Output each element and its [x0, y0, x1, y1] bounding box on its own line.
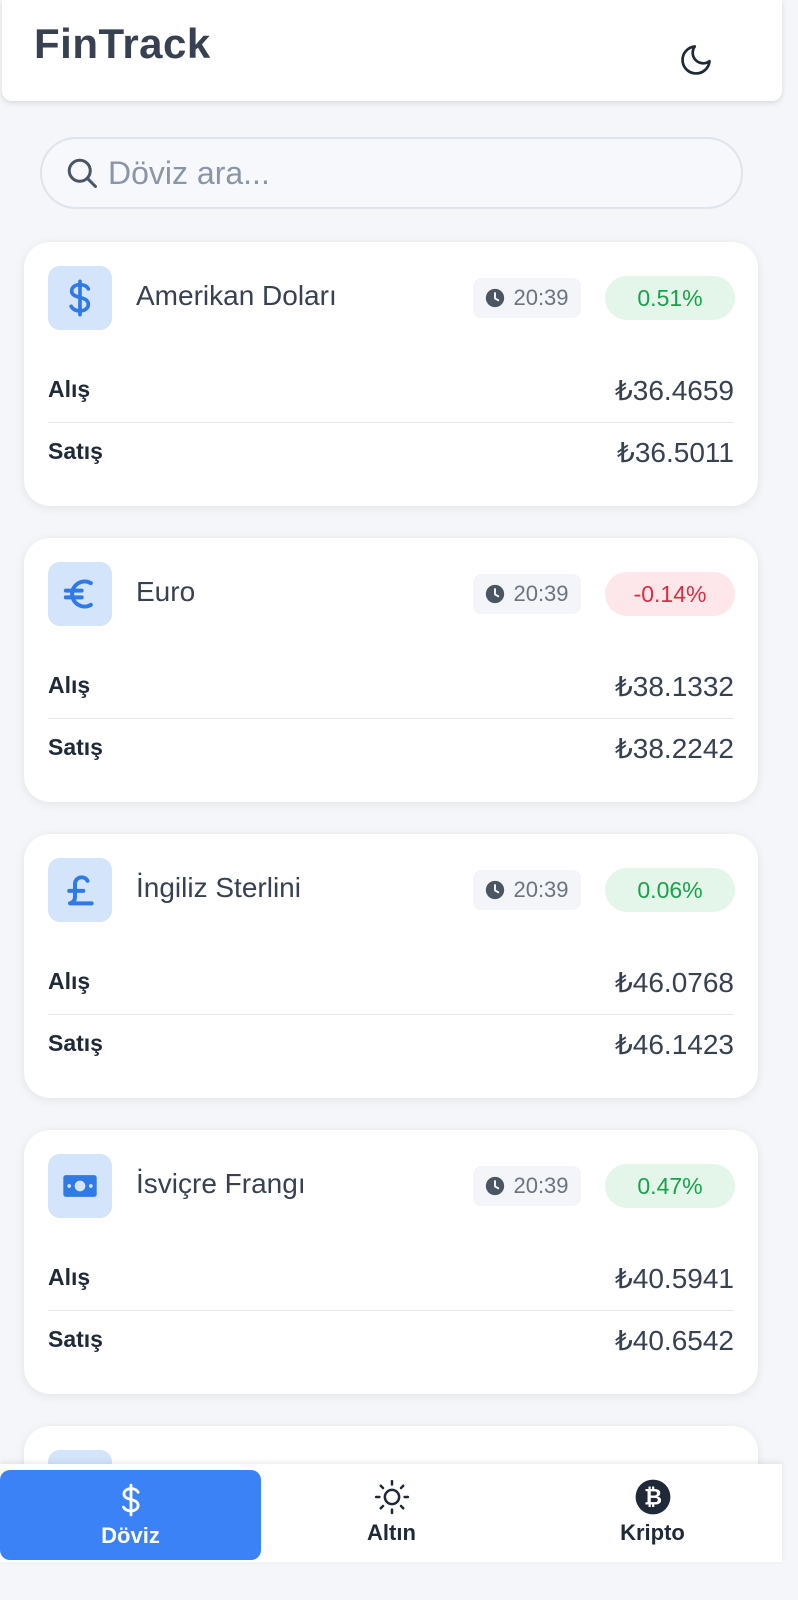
clock-icon: [486, 288, 505, 308]
time-text: 20:39: [513, 285, 569, 310]
sell-label: Satış: [48, 1030, 103, 1056]
time-text: 20:39: [513, 581, 569, 606]
divider: [48, 422, 734, 423]
sell-label: Satış: [48, 734, 103, 760]
nav-label: Döviz: [101, 1523, 160, 1548]
nav-tab-doviz[interactable]: Döviz: [0, 1470, 261, 1560]
buy-value: ₺40.5941: [614, 1263, 734, 1294]
time-text: 20:39: [513, 877, 569, 902]
app-header: FinTrack: [2, 0, 782, 101]
moon-icon: [681, 45, 711, 75]
currency-name: Euro: [136, 576, 196, 607]
bitcoin-icon: ₿: [635, 1479, 670, 1515]
currency-name: İngiliz Sterlini: [136, 872, 301, 903]
nav-label: Altın: [367, 1520, 416, 1545]
sell-value: ₺46.1423: [614, 1029, 734, 1060]
buy-value: ₺38.1332: [614, 671, 734, 702]
nav-label: Kripto: [620, 1520, 685, 1545]
change-badge: -0.14%: [605, 572, 735, 616]
nav-tab-kripto[interactable]: ₿ Kripto: [522, 1464, 783, 1560]
search-icon: [62, 153, 102, 193]
buy-value: ₺46.0768: [614, 967, 734, 998]
buy-label: Alış: [48, 672, 91, 698]
buy-label: Alış: [48, 1264, 91, 1290]
sell-value: ₺40.6542: [614, 1325, 734, 1356]
sell-value: ₺36.5011: [617, 437, 734, 468]
dollar-icon: [121, 1483, 140, 1517]
update-time: 20:39: [473, 870, 581, 910]
update-time: 20:39: [473, 278, 581, 318]
clock-icon: [486, 1176, 505, 1196]
buy-label: Alış: [48, 376, 91, 402]
time-text: 20:39: [513, 1173, 569, 1198]
svg-text:₿: ₿: [643, 1485, 661, 1510]
buy-label: Alış: [48, 968, 91, 994]
banknote-icon: [48, 1154, 112, 1218]
buy-value: ₺36.4659: [614, 375, 734, 406]
divider: [48, 1014, 734, 1015]
currency-card-gbp[interactable]: İngiliz Sterlini 20:39 0.06% Alış ₺46.07…: [24, 834, 758, 1098]
euro-icon: [48, 562, 112, 626]
sell-label: Satış: [48, 1326, 103, 1352]
sell-value: ₺38.2242: [614, 733, 734, 764]
sell-label: Satış: [48, 438, 103, 464]
update-time: 20:39: [473, 1166, 581, 1206]
clock-icon: [486, 880, 505, 900]
clock-icon: [486, 584, 505, 604]
bottom-nav: Döviz Altın ₿ Kripto: [0, 1464, 782, 1562]
change-badge: 0.47%: [605, 1164, 735, 1208]
divider: [48, 718, 734, 719]
dollar-icon: [48, 266, 112, 330]
sun-icon: [374, 1479, 409, 1515]
update-time: 20:39: [473, 574, 581, 614]
divider: [48, 1310, 734, 1311]
change-badge: 0.51%: [605, 276, 735, 320]
theme-toggle-button[interactable]: [676, 40, 716, 80]
nav-tab-altin[interactable]: Altın: [261, 1464, 522, 1560]
currency-name: Amerikan Doları: [136, 280, 337, 311]
currency-name: İsviçre Frangı: [136, 1168, 306, 1199]
pound-icon: [48, 858, 112, 922]
app-title: FinTrack: [34, 20, 211, 67]
search-box[interactable]: [40, 137, 743, 209]
currency-card-eur[interactable]: Euro 20:39 -0.14% Alış ₺38.1332 Satış ₺3…: [24, 538, 758, 802]
search-input[interactable]: [108, 154, 708, 192]
currency-card-chf[interactable]: İsviçre Frangı 20:39 0.47% Alış ₺40.5941…: [24, 1130, 758, 1394]
currency-card-usd[interactable]: Amerikan Doları 20:39 0.51% Alış ₺36.465…: [24, 242, 758, 506]
change-badge: 0.06%: [605, 868, 735, 912]
